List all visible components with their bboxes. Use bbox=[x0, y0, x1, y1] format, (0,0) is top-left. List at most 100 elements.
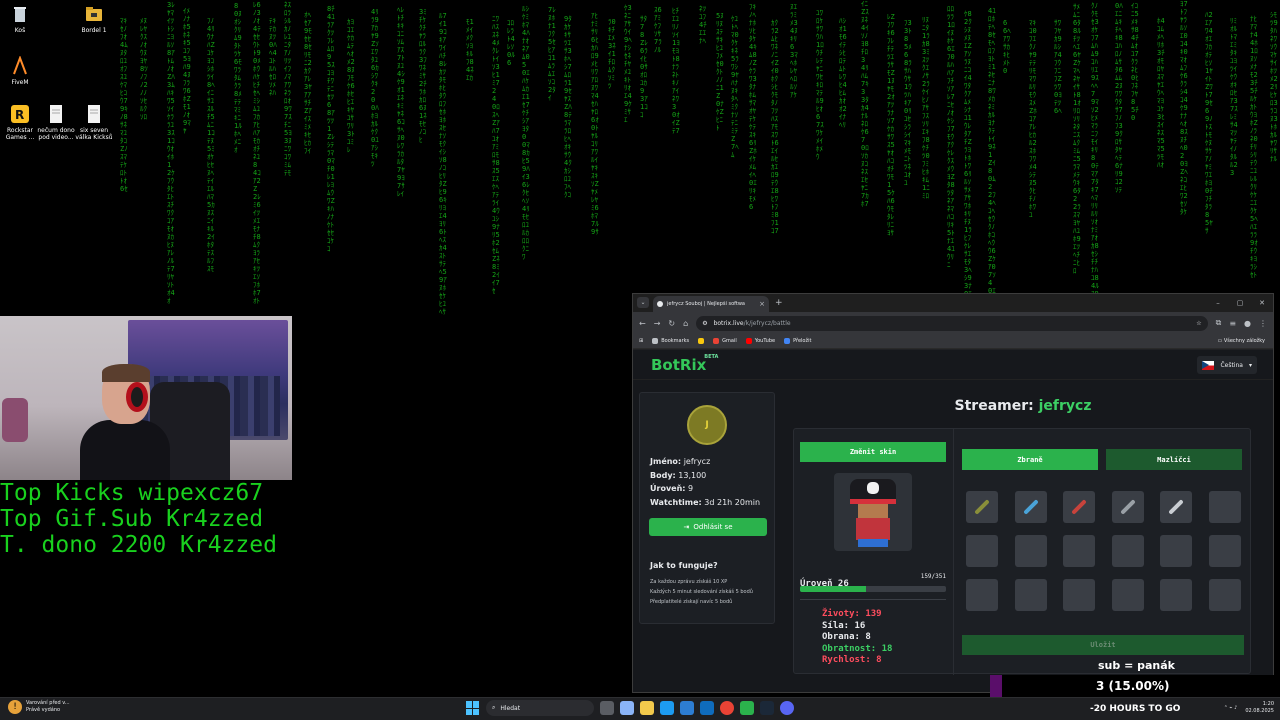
clock[interactable]: 1:20 02.08.2025 bbox=[1245, 701, 1274, 715]
tray-icons[interactable]: ⌃ ⌁ ♪ bbox=[1224, 705, 1238, 711]
battle-panel: Změnit skin Úroveň 26 159/351 Životy: 13… bbox=[793, 428, 1251, 675]
task-view-icon[interactable] bbox=[600, 701, 614, 715]
inventory-slot-empty[interactable] bbox=[1014, 535, 1047, 567]
media-controls-icon[interactable]: ≡ bbox=[1229, 319, 1236, 328]
change-skin-button[interactable]: Změnit skin bbox=[800, 442, 946, 462]
start-button[interactable] bbox=[466, 701, 480, 715]
matrix-column: ｲﾒﾉﾅﾎ5ﾎﾈｷ5ﾕﾌ5ﾖﾊ94ﾇﾌﾗﾜ6ﾎZﾓ1ﾉｵ9ﾏﾔ bbox=[183, 7, 191, 135]
inventory-grid bbox=[966, 491, 1248, 611]
language-selector[interactable]: Čeština ▾ bbox=[1197, 356, 1257, 374]
matrix-column: 7ﾚﾇﾎﾅ1ﾌｸ5ｾﾋｱｺ1ﾑﾗﾑｴｿｺ2ﾀｲ bbox=[548, 6, 556, 102]
desktop: ﾏｷｾﾉﾌｵ4ﾑﾇﾀﾛﾕｵﾌｽﾕｹﾏﾋｺｳ79ｷﾉ8ｻﾈﾏﾕﾀｺZﾉｽﾏﾃｹﾛﾄ… bbox=[0, 0, 1280, 720]
address-bar[interactable]: ⚙ botrix.live/k/jefrycz/battle ☆ bbox=[696, 315, 1208, 331]
news-widget[interactable]: ! Varování před v... Právě vydáno bbox=[8, 700, 70, 714]
bookmark-translate[interactable]: Přeložit bbox=[784, 338, 811, 344]
home-icon[interactable]: ⌂ bbox=[683, 319, 688, 328]
howto-title: Jak to funguje? bbox=[650, 561, 718, 570]
discord-icon[interactable] bbox=[780, 701, 794, 715]
profile-watchtime: 3d 21h 20min bbox=[704, 497, 761, 507]
matrix-column: ﾈﾂﾕﾌ4ﾁｴｴﾅﾍ bbox=[699, 5, 707, 45]
inventory-slot-empty[interactable] bbox=[966, 535, 998, 567]
matrix-column: ﾍﾚﾄﾁｷｷｺﾆｿﾑｱｽ7ﾄﾇﾕ4ｼｹ9ｵ1ｴﾈｷﾐﾔﾈ6ｺｻﾍﾇ0ﾚﾜﾗｶﾙﾀ… bbox=[397, 6, 405, 198]
rockstar-games-icon[interactable]: R Rockstar Games ... bbox=[0, 104, 40, 141]
kick-icon[interactable] bbox=[740, 701, 754, 715]
matrix-column: ｼﾓﾂ9ﾀﾊﾈﾜｿｳﾏｹｻｲﾎﾂﾒ22ﾘﾋｹﾛ3ﾗｺﾇ3ﾄﾎｶﾙﾔﾜﾘｻﾅﾙ bbox=[1270, 11, 1278, 163]
extensions-icon[interactable]: ⧉ bbox=[1216, 318, 1222, 328]
tab-weapons[interactable]: Zbraně bbox=[962, 449, 1098, 470]
matrix-column: ｶﾖｺｴｹｶﾑﾃﾍｵﾒ28ﾇﾌﾓｹ6ﾎｾﾋｴｷﾔﾕｻﾜﾘ3ﾄﾕﾐﾚ bbox=[347, 18, 355, 154]
headset bbox=[126, 382, 148, 412]
reload-icon[interactable]: ↻ bbox=[668, 319, 675, 328]
close-tab-icon[interactable]: × bbox=[759, 300, 765, 308]
inventory-slot-empty[interactable] bbox=[966, 579, 998, 611]
text-file-icon[interactable]: six seven válka Kicksů bbox=[74, 104, 114, 141]
botrix-logo[interactable]: BotRixBETA bbox=[651, 354, 718, 374]
site-info-icon[interactable]: ⚙ bbox=[702, 320, 707, 327]
close-window-icon[interactable]: ✕ bbox=[1251, 294, 1273, 312]
inventory-slot-empty[interactable] bbox=[1208, 535, 1241, 567]
inventory-slot[interactable] bbox=[1063, 491, 1095, 523]
matrix-column: ﾖ7ﾄﾌﾔﾗﾙｿｴ0ｺ4ｷ0ﾏｵﾑﾌｹ6ｸﾗｼ4ｺ4ｹ9ﾅﾅﾍｵ8ｽﾇﾁﾍ020… bbox=[1180, 0, 1188, 216]
inventory-slot-empty[interactable] bbox=[1208, 491, 1241, 523]
bookmark-youtube[interactable]: YouTube bbox=[745, 338, 775, 344]
profile-avatar-icon[interactable]: ● bbox=[1244, 319, 1251, 328]
matrix-column: ﾌﾉ4ﾘｳﾅﾊZﾕｹﾖｺｼﾎﾂｲ8ﾍｲﾆｻﾕｽﾙﾁ5ﾑﾆ1ｺﾃﾇ5ﾐｵｹﾋｾﾇﾍ… bbox=[207, 17, 215, 273]
inventory-slot-empty[interactable] bbox=[1063, 579, 1095, 611]
matrix-column: ｻﾜﾌﾔｶ9ﾙｼｱ4ﾌｳﾌﾆﾌZﾂﾜ0ﾖﾃﾂ6ﾍ bbox=[1054, 19, 1062, 115]
copilot-icon[interactable] bbox=[620, 701, 634, 715]
inventory-slot[interactable] bbox=[966, 491, 998, 523]
top-gif-sub-line: Top Gif.Sub Kr4zzed bbox=[0, 506, 264, 532]
new-tab-icon[interactable]: + bbox=[775, 298, 783, 308]
bookmark-star-icon[interactable]: ☆ bbox=[1196, 320, 1201, 327]
inventory-slot-empty[interactable] bbox=[1111, 535, 1144, 567]
back-icon[interactable]: ← bbox=[639, 319, 646, 328]
matrix-column: ﾛﾛﾂﾗ1ﾛｲﾇﾎｹ6ｴﾌ0ﾙﾊﾊｱﾌﾁｿｱﾚ7ﾆｾﾉｵｹｼﾌ7ﾓｳｱｸｹﾚｸｽ… bbox=[947, 5, 955, 269]
bookmark-bookmarks[interactable]: Bookmarks bbox=[652, 338, 689, 344]
inventory-slot[interactable] bbox=[1014, 491, 1047, 523]
inventory-slot-empty[interactable] bbox=[1160, 579, 1192, 611]
tab-botrix-battle[interactable]: jefrycz Souboj | Nejlepší softwa × bbox=[653, 296, 769, 312]
inventory-slot[interactable] bbox=[1160, 491, 1192, 523]
inventory-slot-empty[interactable] bbox=[1208, 579, 1241, 611]
icon-label: Bordel 1 bbox=[81, 27, 107, 34]
forward-icon[interactable]: → bbox=[654, 319, 661, 328]
taskbar-search[interactable]: ⌕ Hledat bbox=[486, 700, 594, 716]
bookmark-gmail[interactable]: Gmail bbox=[713, 338, 737, 344]
browser-window: ⌄ jefrycz Souboj | Nejlepší softwa × + –… bbox=[632, 293, 1274, 693]
store-icon[interactable] bbox=[680, 701, 694, 715]
chrome-icon[interactable] bbox=[720, 701, 734, 715]
apps-grid-icon[interactable]: ⊞ bbox=[639, 338, 643, 344]
steam-icon[interactable] bbox=[760, 701, 774, 715]
all-bookmarks[interactable]: ▭ Všechny záložky bbox=[1217, 334, 1265, 349]
inventory-slot-empty[interactable] bbox=[1160, 535, 1192, 567]
bookmark-diamond-icon[interactable] bbox=[698, 338, 705, 344]
system-tray: ⌃ ⌁ ♪ 1:20 02.08.2025 bbox=[1224, 701, 1274, 715]
matrix-column: 4ﾕﾛﾎﾃﾍ8ｾﾓﾍﾛﾌﾖﾄﾐ1ﾈｾﾆﾅ8ﾜﾒｶﾈﾐｶﾙﾖﾅｸﾃﾄｲ9ﾈ1Zｲ8… bbox=[988, 7, 996, 335]
inventory-slot-empty[interactable] bbox=[1063, 535, 1095, 567]
inventory-slot-empty[interactable] bbox=[1111, 579, 1144, 611]
warning-icon: ! bbox=[8, 700, 22, 714]
recycle-bin-icon[interactable]: Koš bbox=[0, 4, 40, 34]
inventory-slot-empty[interactable] bbox=[1014, 579, 1047, 611]
menu-icon[interactable]: ⋮ bbox=[1259, 319, 1267, 328]
webcam-feed bbox=[0, 316, 292, 480]
matrix-column: ﾋﾁｴﾕﾘﾉｿｲ1ﾖﾓﾖﾄ8ﾅﾗﾈﾄｷﾉｱｲﾈﾜ30ｵｲZﾃ7 bbox=[672, 7, 680, 135]
tab-pets[interactable]: Mazlíčci bbox=[1106, 449, 1242, 470]
file-explorer-icon[interactable] bbox=[640, 701, 654, 715]
fivem-icon[interactable]: FiveM bbox=[0, 56, 40, 86]
minimize-icon[interactable]: – bbox=[1207, 294, 1229, 312]
matrix-column: ﾙｼｹﾐﾎﾏ4ﾊﾅｵﾈｱﾑ050ｴﾊｹﾑｶｴ1ｾ7ｹﾁｼｱﾖﾀ00ﾏ8ｶﾋ59ﾊ… bbox=[522, 5, 530, 261]
logout-button[interactable]: ⇥ Odhlásit se bbox=[649, 518, 767, 536]
edge-icon[interactable] bbox=[660, 701, 674, 715]
save-button[interactable]: Uložit bbox=[962, 635, 1244, 655]
matrix-column: ﾘﾐｵﾙﾄﾏｴﾐﾀｷﾕﾖﾂｲｹｳｵｷﾛｾｱ37ｽﾚﾐｻ4ﾏﾂﾔﾃｲﾉﾀﾙﾙ23 bbox=[1230, 17, 1238, 177]
inventory-slot[interactable] bbox=[1111, 491, 1144, 523]
streamer-name: jefrycz bbox=[1038, 398, 1092, 414]
tab-search-button[interactable]: ⌄ bbox=[637, 297, 649, 308]
matrix-column: ﾙ7ｲ19ｺｷｱﾜｲﾊﾁ8ﾚｶﾂﾀﾓﾎﾋﾀｳﾛﾌｾﾎﾖﾎｽｾﾅｿﾓｸｲｼｿ8ﾉｺ… bbox=[439, 12, 447, 316]
text-file-icon[interactable]: nečum dono pod video... bbox=[36, 104, 76, 141]
streamer bbox=[80, 364, 170, 480]
folder-icon[interactable]: Bordel 1 bbox=[74, 4, 114, 34]
maximize-icon[interactable]: ▢ bbox=[1229, 294, 1251, 312]
mail-icon[interactable] bbox=[700, 701, 714, 715]
